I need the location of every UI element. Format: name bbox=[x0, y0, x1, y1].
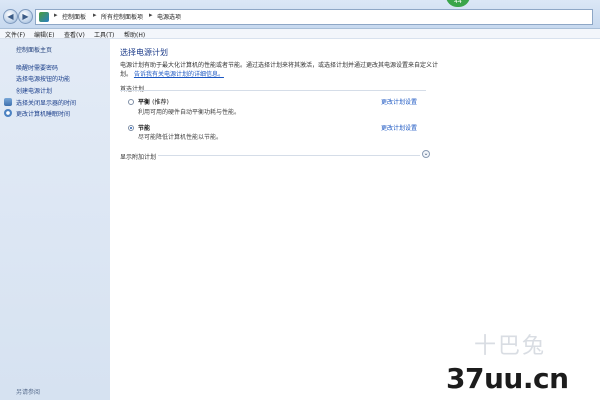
chevron-right-icon[interactable]: ▸ bbox=[149, 11, 153, 19]
breadcrumb-all-items[interactable]: 所有控制面板项 bbox=[101, 12, 143, 21]
balanced-change-settings-link[interactable]: 更改计划设置 bbox=[381, 97, 417, 106]
clock-icon bbox=[4, 109, 12, 117]
power-saver-change-settings-link[interactable]: 更改计划设置 bbox=[381, 123, 417, 132]
recommended-tag: (推荐) bbox=[152, 99, 169, 106]
see-also-heading: 另请参阅 bbox=[16, 389, 41, 396]
menu-view[interactable]: 查看(V) bbox=[64, 30, 85, 39]
breadcrumb-control-panel[interactable]: 控制面板 bbox=[62, 12, 86, 21]
menu-tools[interactable]: 工具(T) bbox=[94, 30, 114, 39]
control-panel-icon bbox=[39, 12, 49, 22]
balanced-plan-description: 利用可用的硬件自动平衡功耗与性能。 bbox=[138, 109, 241, 116]
monitor-icon bbox=[4, 98, 12, 106]
sidebar-item-sleep-time[interactable]: 更改计算机睡眠时间 bbox=[16, 109, 70, 118]
section-divider bbox=[120, 90, 426, 91]
chevron-right-icon[interactable]: ▸ bbox=[54, 11, 58, 19]
page-description: 电源计划有助于最大化计算机的性能或者节能。通过选择计划来将其激活，或选择计划并通… bbox=[120, 61, 440, 79]
power-saver-plan-radio[interactable] bbox=[128, 125, 134, 131]
power-saver-plan-name[interactable]: 节能 bbox=[138, 123, 150, 132]
chevron-down-icon[interactable]: ⌄ bbox=[422, 150, 430, 158]
preferred-plans-label: 首选计划 bbox=[120, 84, 144, 93]
menu-bar: 文件(F) 编辑(E) 查看(V) 工具(T) 帮助(H) bbox=[0, 29, 600, 39]
power-saver-plan-description: 尽可能降低计算机性能以节能。 bbox=[138, 134, 223, 141]
watermark-logo: 十巴兔 bbox=[474, 334, 547, 359]
breadcrumb[interactable]: ▸ 控制面板 ▸ 所有控制面板项 ▸ 电源选项 bbox=[35, 9, 593, 25]
show-additional-plans-label[interactable]: 显示附加计划 bbox=[120, 152, 156, 161]
balanced-plan-name[interactable]: 平衡 (推荐) bbox=[138, 97, 169, 106]
page-title: 选择电源计划 bbox=[120, 48, 168, 57]
chevron-right-icon[interactable]: ▸ bbox=[93, 11, 97, 19]
menu-edit[interactable]: 编辑(E) bbox=[34, 30, 54, 39]
sidebar: 控制面板主页 唤醒时需要密码 选择电源按钮的功能 创建电源计划 选择关闭显示器的… bbox=[0, 39, 110, 400]
sidebar-item-wake-password[interactable]: 唤醒时需要密码 bbox=[16, 63, 58, 72]
back-button[interactable]: ◀ bbox=[3, 9, 18, 24]
address-bar: ◀ ▶ ▸ 控制面板 ▸ 所有控制面板项 ▸ 电源选项 44 bbox=[0, 0, 600, 29]
sidebar-item-home[interactable]: 控制面板主页 bbox=[16, 45, 52, 54]
sidebar-item-power-button[interactable]: 选择电源按钮的功能 bbox=[16, 74, 70, 83]
sidebar-item-create-plan[interactable]: 创建电源计划 bbox=[16, 86, 52, 95]
menu-help[interactable]: 帮助(H) bbox=[124, 30, 145, 39]
control-panel-window: ◀ ▶ ▸ 控制面板 ▸ 所有控制面板项 ▸ 电源选项 44 文件(F) 编辑(… bbox=[0, 0, 600, 400]
notification-badge: 44 bbox=[446, 0, 470, 7]
watermark-site: 37uu.cn bbox=[446, 362, 569, 395]
power-plan-info-link[interactable]: 告诉我有关电源计划的详细信息。 bbox=[134, 71, 224, 78]
plan-name-text: 平衡 bbox=[138, 99, 151, 106]
forward-button[interactable]: ▶ bbox=[18, 9, 33, 24]
section-divider bbox=[158, 155, 420, 156]
sidebar-item-display-off[interactable]: 选择关闭显示器的时间 bbox=[16, 98, 76, 107]
balanced-plan-radio[interactable] bbox=[128, 99, 134, 105]
menu-file[interactable]: 文件(F) bbox=[5, 30, 25, 39]
breadcrumb-power-options[interactable]: 电源选项 bbox=[157, 12, 181, 21]
